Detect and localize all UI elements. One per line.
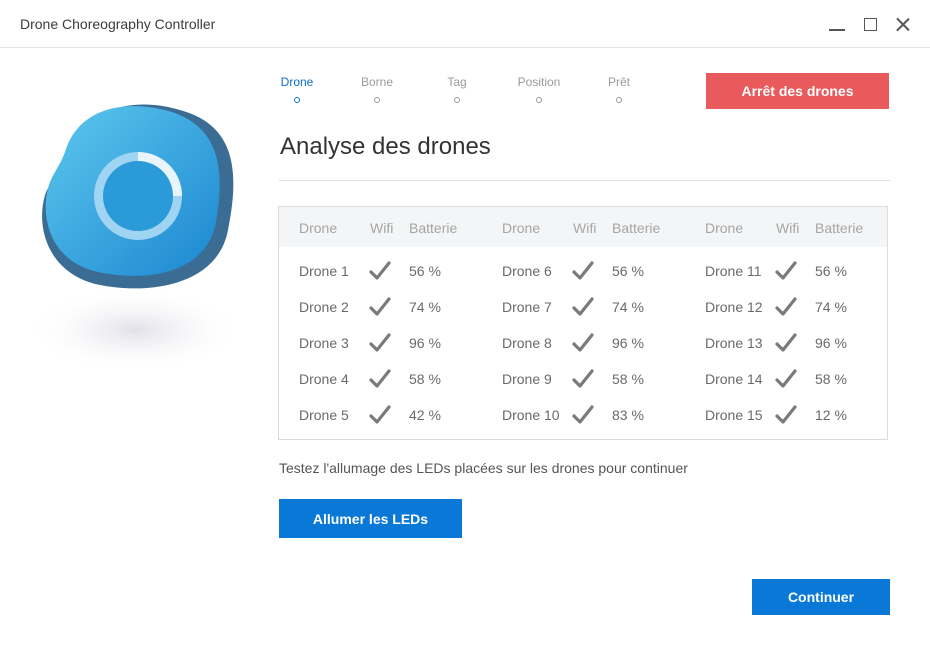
step-position[interactable]: Position — [509, 75, 569, 103]
drone-name: Drone 15 — [705, 407, 763, 423]
step-drone[interactable]: Drone — [267, 75, 327, 103]
battery-level: 56 % — [409, 263, 441, 279]
step-label: Position — [517, 75, 561, 89]
battery-level: 74 % — [612, 299, 644, 315]
step-label: Borne — [360, 75, 394, 89]
check-icon — [775, 405, 797, 424]
hint-text: Testez l'allumage des LEDs placées sur l… — [279, 460, 688, 476]
header-drone: Drone — [502, 220, 541, 236]
check-icon — [572, 369, 594, 388]
battery-level: 74 % — [409, 299, 441, 315]
step-label: Prêt — [607, 75, 630, 89]
step-label: Drone — [280, 75, 314, 89]
app-logo — [30, 90, 250, 380]
header-drone: Drone — [705, 220, 744, 236]
step-borne[interactable]: Borne — [347, 75, 407, 103]
battery-level: 96 % — [815, 335, 847, 351]
turn-on-leds-button[interactable]: Allumer les LEDs — [279, 499, 462, 538]
header-drone: Drone — [299, 220, 338, 236]
battery-level: 56 % — [815, 263, 847, 279]
drone-name: Drone 10 — [502, 407, 560, 423]
drone-name: Drone 7 — [502, 299, 552, 315]
table-header: Drone Wifi Batterie Drone Wifi Batterie … — [279, 207, 887, 247]
check-icon — [572, 261, 594, 280]
check-icon — [369, 405, 391, 424]
divider — [279, 180, 890, 181]
battery-level: 74 % — [815, 299, 847, 315]
drone-name: Drone 2 — [299, 299, 349, 315]
drone-name: Drone 1 — [299, 263, 349, 279]
check-icon — [572, 333, 594, 352]
step-dot-icon — [616, 97, 622, 103]
step-dot-icon — [294, 97, 300, 103]
battery-level: 83 % — [612, 407, 644, 423]
drone-name: Drone 9 — [502, 371, 552, 387]
continue-button[interactable]: Continuer — [752, 579, 890, 615]
battery-level: 96 % — [612, 335, 644, 351]
drone-name: Drone 3 — [299, 335, 349, 351]
step-dot-icon — [374, 97, 380, 103]
header-wifi: Wifi — [370, 220, 394, 236]
step-tag[interactable]: Tag — [427, 75, 487, 103]
battery-level: 96 % — [409, 335, 441, 351]
battery-level: 42 % — [409, 407, 441, 423]
drone-name: Drone 13 — [705, 335, 763, 351]
close-icon[interactable] — [893, 14, 913, 34]
drone-name: Drone 12 — [705, 299, 763, 315]
check-icon — [775, 297, 797, 316]
header-wifi: Wifi — [776, 220, 800, 236]
header-wifi: Wifi — [573, 220, 597, 236]
drone-name: Drone 11 — [705, 263, 762, 279]
battery-level: 56 % — [612, 263, 644, 279]
battery-level: 58 % — [409, 371, 441, 387]
drone-name: Drone 5 — [299, 407, 349, 423]
check-icon — [775, 333, 797, 352]
battery-level: 58 % — [815, 371, 847, 387]
title-bar: Drone Choreography Controller — [0, 0, 930, 48]
step-label: Tag — [447, 75, 467, 89]
check-icon — [775, 369, 797, 388]
header-battery: Batterie — [409, 220, 458, 236]
check-icon — [369, 369, 391, 388]
page-title: Analyse des drones — [280, 133, 491, 160]
step-pret[interactable]: Prêt — [589, 75, 649, 103]
battery-level: 58 % — [612, 371, 644, 387]
drone-name: Drone 4 — [299, 371, 349, 387]
maximize-icon[interactable] — [861, 14, 881, 34]
check-icon — [775, 261, 797, 280]
check-icon — [572, 297, 594, 316]
drone-name: Drone 8 — [502, 335, 552, 351]
step-dot-icon — [454, 97, 460, 103]
check-icon — [369, 333, 391, 352]
check-icon — [369, 297, 391, 316]
drone-table: Drone Wifi Batterie Drone Wifi Batterie … — [278, 206, 888, 440]
drone-name: Drone 14 — [705, 371, 763, 387]
step-dot-icon — [536, 97, 542, 103]
check-icon — [369, 261, 391, 280]
battery-level: 12 % — [815, 407, 847, 423]
header-battery: Batterie — [815, 220, 864, 236]
check-icon — [572, 405, 594, 424]
header-battery: Batterie — [612, 220, 661, 236]
window-title: Drone Choreography Controller — [20, 16, 216, 32]
minimize-icon[interactable] — [827, 14, 847, 34]
stop-drones-button[interactable]: Arrêt des drones — [706, 73, 889, 109]
drone-name: Drone 6 — [502, 263, 552, 279]
